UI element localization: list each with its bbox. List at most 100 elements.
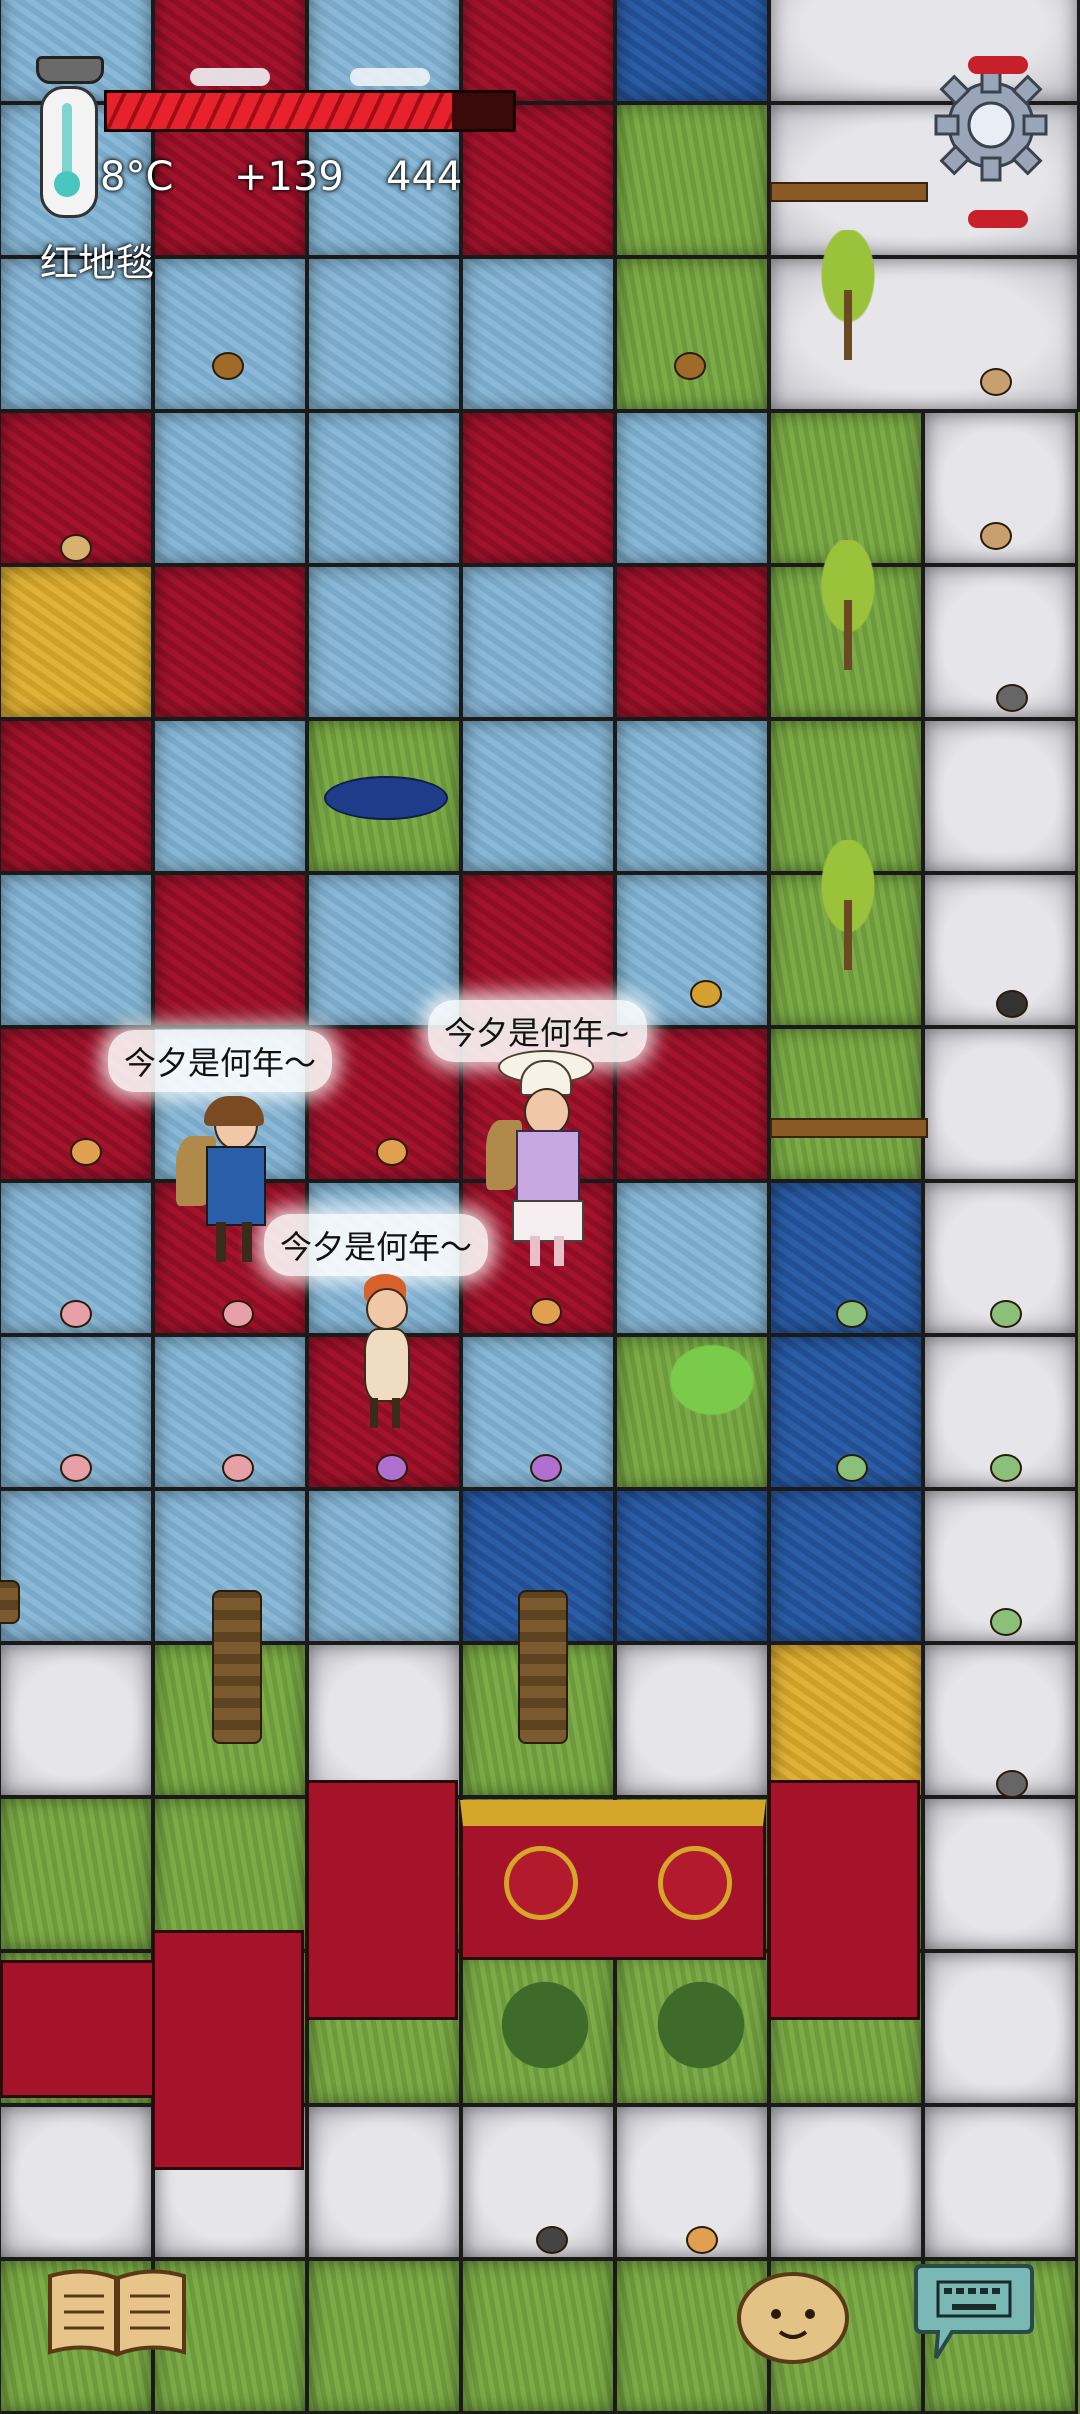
health-bar-fill bbox=[107, 93, 453, 129]
light-blue-carpet-tile[interactable] bbox=[460, 718, 616, 874]
light-blue-carpet-tile[interactable] bbox=[306, 0, 462, 104]
rose-bush bbox=[646, 1970, 756, 2080]
light-blue-carpet-tile[interactable] bbox=[306, 1488, 462, 1644]
green-cake[interactable] bbox=[836, 1454, 868, 1482]
basket[interactable] bbox=[980, 522, 1012, 550]
temperature-readout: 8°C bbox=[100, 154, 174, 200]
palm-tree-trunk bbox=[0, 1580, 20, 1624]
smiley-face-icon[interactable] bbox=[736, 2268, 850, 2364]
light-blue-carpet-tile[interactable] bbox=[614, 872, 770, 1028]
stone-item[interactable] bbox=[996, 990, 1028, 1018]
red-carpet-tile[interactable] bbox=[614, 564, 770, 720]
leaf-item[interactable] bbox=[686, 2226, 718, 2254]
food-item[interactable] bbox=[60, 534, 92, 562]
food-bowl-icon bbox=[36, 56, 104, 84]
light-blue-carpet-tile[interactable] bbox=[614, 1180, 770, 1336]
sapling-tree[interactable] bbox=[800, 840, 896, 970]
stone-tile[interactable] bbox=[922, 1026, 1078, 1182]
stone-tile[interactable] bbox=[306, 1642, 462, 1798]
grass-tile[interactable] bbox=[152, 1796, 308, 1952]
stone-tile[interactable] bbox=[0, 2104, 154, 2260]
purple-cake[interactable] bbox=[376, 1454, 408, 1482]
red-carpet-tile[interactable] bbox=[460, 410, 616, 566]
grass-tile[interactable] bbox=[768, 1026, 924, 1182]
stone-tile[interactable] bbox=[614, 1642, 770, 1798]
light-blue-carpet-tile[interactable] bbox=[614, 718, 770, 874]
red-carpet-tile[interactable] bbox=[152, 0, 308, 104]
light-blue-carpet-tile[interactable] bbox=[152, 718, 308, 874]
red-pillar bbox=[306, 1780, 458, 2020]
grass-tile[interactable] bbox=[460, 2258, 616, 2414]
blue-carpet-tile[interactable] bbox=[614, 0, 770, 104]
rose-petals-decoration bbox=[968, 210, 1028, 228]
sweet-cake[interactable] bbox=[222, 1454, 254, 1482]
player-character-right[interactable] bbox=[486, 1050, 600, 1280]
baby-character[interactable] bbox=[350, 1274, 420, 1434]
light-blue-carpet-tile[interactable] bbox=[152, 410, 308, 566]
sapling-tree[interactable] bbox=[800, 230, 896, 360]
stone-tile[interactable] bbox=[922, 2104, 1078, 2260]
light-blue-carpet-tile[interactable] bbox=[306, 564, 462, 720]
stone-item[interactable] bbox=[536, 2226, 568, 2254]
light-blue-carpet-tile[interactable] bbox=[0, 1488, 154, 1644]
rose-petals-decoration bbox=[968, 56, 1028, 74]
light-blue-carpet-tile[interactable] bbox=[306, 256, 462, 412]
palm-tree-trunk bbox=[518, 1590, 568, 1744]
red-carpet-tile[interactable] bbox=[152, 872, 308, 1028]
red-pillar bbox=[152, 1930, 304, 2170]
green-cake[interactable] bbox=[990, 1300, 1022, 1328]
stone-tile[interactable] bbox=[768, 2104, 924, 2260]
wooden-bucket[interactable] bbox=[674, 352, 706, 380]
bottle-item[interactable] bbox=[996, 1770, 1028, 1798]
book-icon[interactable] bbox=[44, 2266, 190, 2360]
light-blue-carpet-tile[interactable] bbox=[306, 410, 462, 566]
green-cake[interactable] bbox=[836, 1300, 868, 1328]
stone-tile[interactable] bbox=[0, 1642, 154, 1798]
blue-carpet-tile[interactable] bbox=[614, 1488, 770, 1644]
mooncake[interactable] bbox=[530, 1298, 562, 1326]
grass-tile[interactable] bbox=[0, 1796, 154, 1952]
yellow-carpet-tile[interactable] bbox=[768, 1642, 924, 1798]
keyboard-icon[interactable] bbox=[912, 2258, 1036, 2366]
green-cake[interactable] bbox=[990, 1454, 1022, 1482]
light-blue-carpet-tile[interactable] bbox=[614, 410, 770, 566]
red-pillar bbox=[768, 1780, 920, 2020]
lotus-plant[interactable] bbox=[640, 1320, 760, 1420]
light-blue-carpet-tile[interactable] bbox=[152, 256, 308, 412]
light-blue-carpet-tile[interactable] bbox=[0, 872, 154, 1028]
green-cake[interactable] bbox=[990, 1608, 1022, 1636]
health-bar bbox=[104, 90, 516, 132]
stone-tile[interactable] bbox=[306, 2104, 462, 2260]
purple-cake[interactable] bbox=[530, 1454, 562, 1482]
gear-icon[interactable] bbox=[932, 66, 1050, 184]
stone-tile[interactable] bbox=[922, 718, 1078, 874]
grass-tile[interactable] bbox=[306, 2258, 462, 2414]
sweet-cake[interactable] bbox=[60, 1454, 92, 1482]
blue-carpet-tile[interactable] bbox=[768, 1488, 924, 1644]
wooden-spoon[interactable] bbox=[690, 980, 722, 1008]
red-carpet-tile[interactable] bbox=[152, 564, 308, 720]
speech-bubble-center: 今夕是何年～ bbox=[264, 1214, 489, 1276]
red-carpet-tile[interactable] bbox=[0, 718, 154, 874]
count-readout: 444 bbox=[386, 154, 463, 200]
sweet-cake[interactable] bbox=[222, 1300, 254, 1328]
wooden-fence bbox=[770, 182, 928, 202]
yellow-carpet-tile[interactable] bbox=[0, 564, 154, 720]
sapling-tree[interactable] bbox=[800, 540, 896, 670]
pond bbox=[324, 776, 448, 820]
wooden-bucket[interactable] bbox=[212, 352, 244, 380]
player-character-left[interactable] bbox=[176, 1096, 276, 1270]
mooncake[interactable] bbox=[376, 1138, 408, 1166]
grass-tile[interactable] bbox=[614, 102, 770, 258]
mooncake[interactable] bbox=[70, 1138, 102, 1166]
stone-item[interactable] bbox=[996, 684, 1028, 712]
sweet-cake[interactable] bbox=[60, 1300, 92, 1328]
stone-tile[interactable] bbox=[922, 1950, 1078, 2106]
red-carpet-tile[interactable] bbox=[460, 0, 616, 104]
light-blue-carpet-tile[interactable] bbox=[460, 256, 616, 412]
stone-tile[interactable] bbox=[922, 1796, 1078, 1952]
basket[interactable] bbox=[980, 368, 1012, 396]
light-blue-carpet-tile[interactable] bbox=[460, 564, 616, 720]
bonus-readout: +139 bbox=[234, 154, 344, 200]
grass-tile[interactable] bbox=[614, 256, 770, 412]
